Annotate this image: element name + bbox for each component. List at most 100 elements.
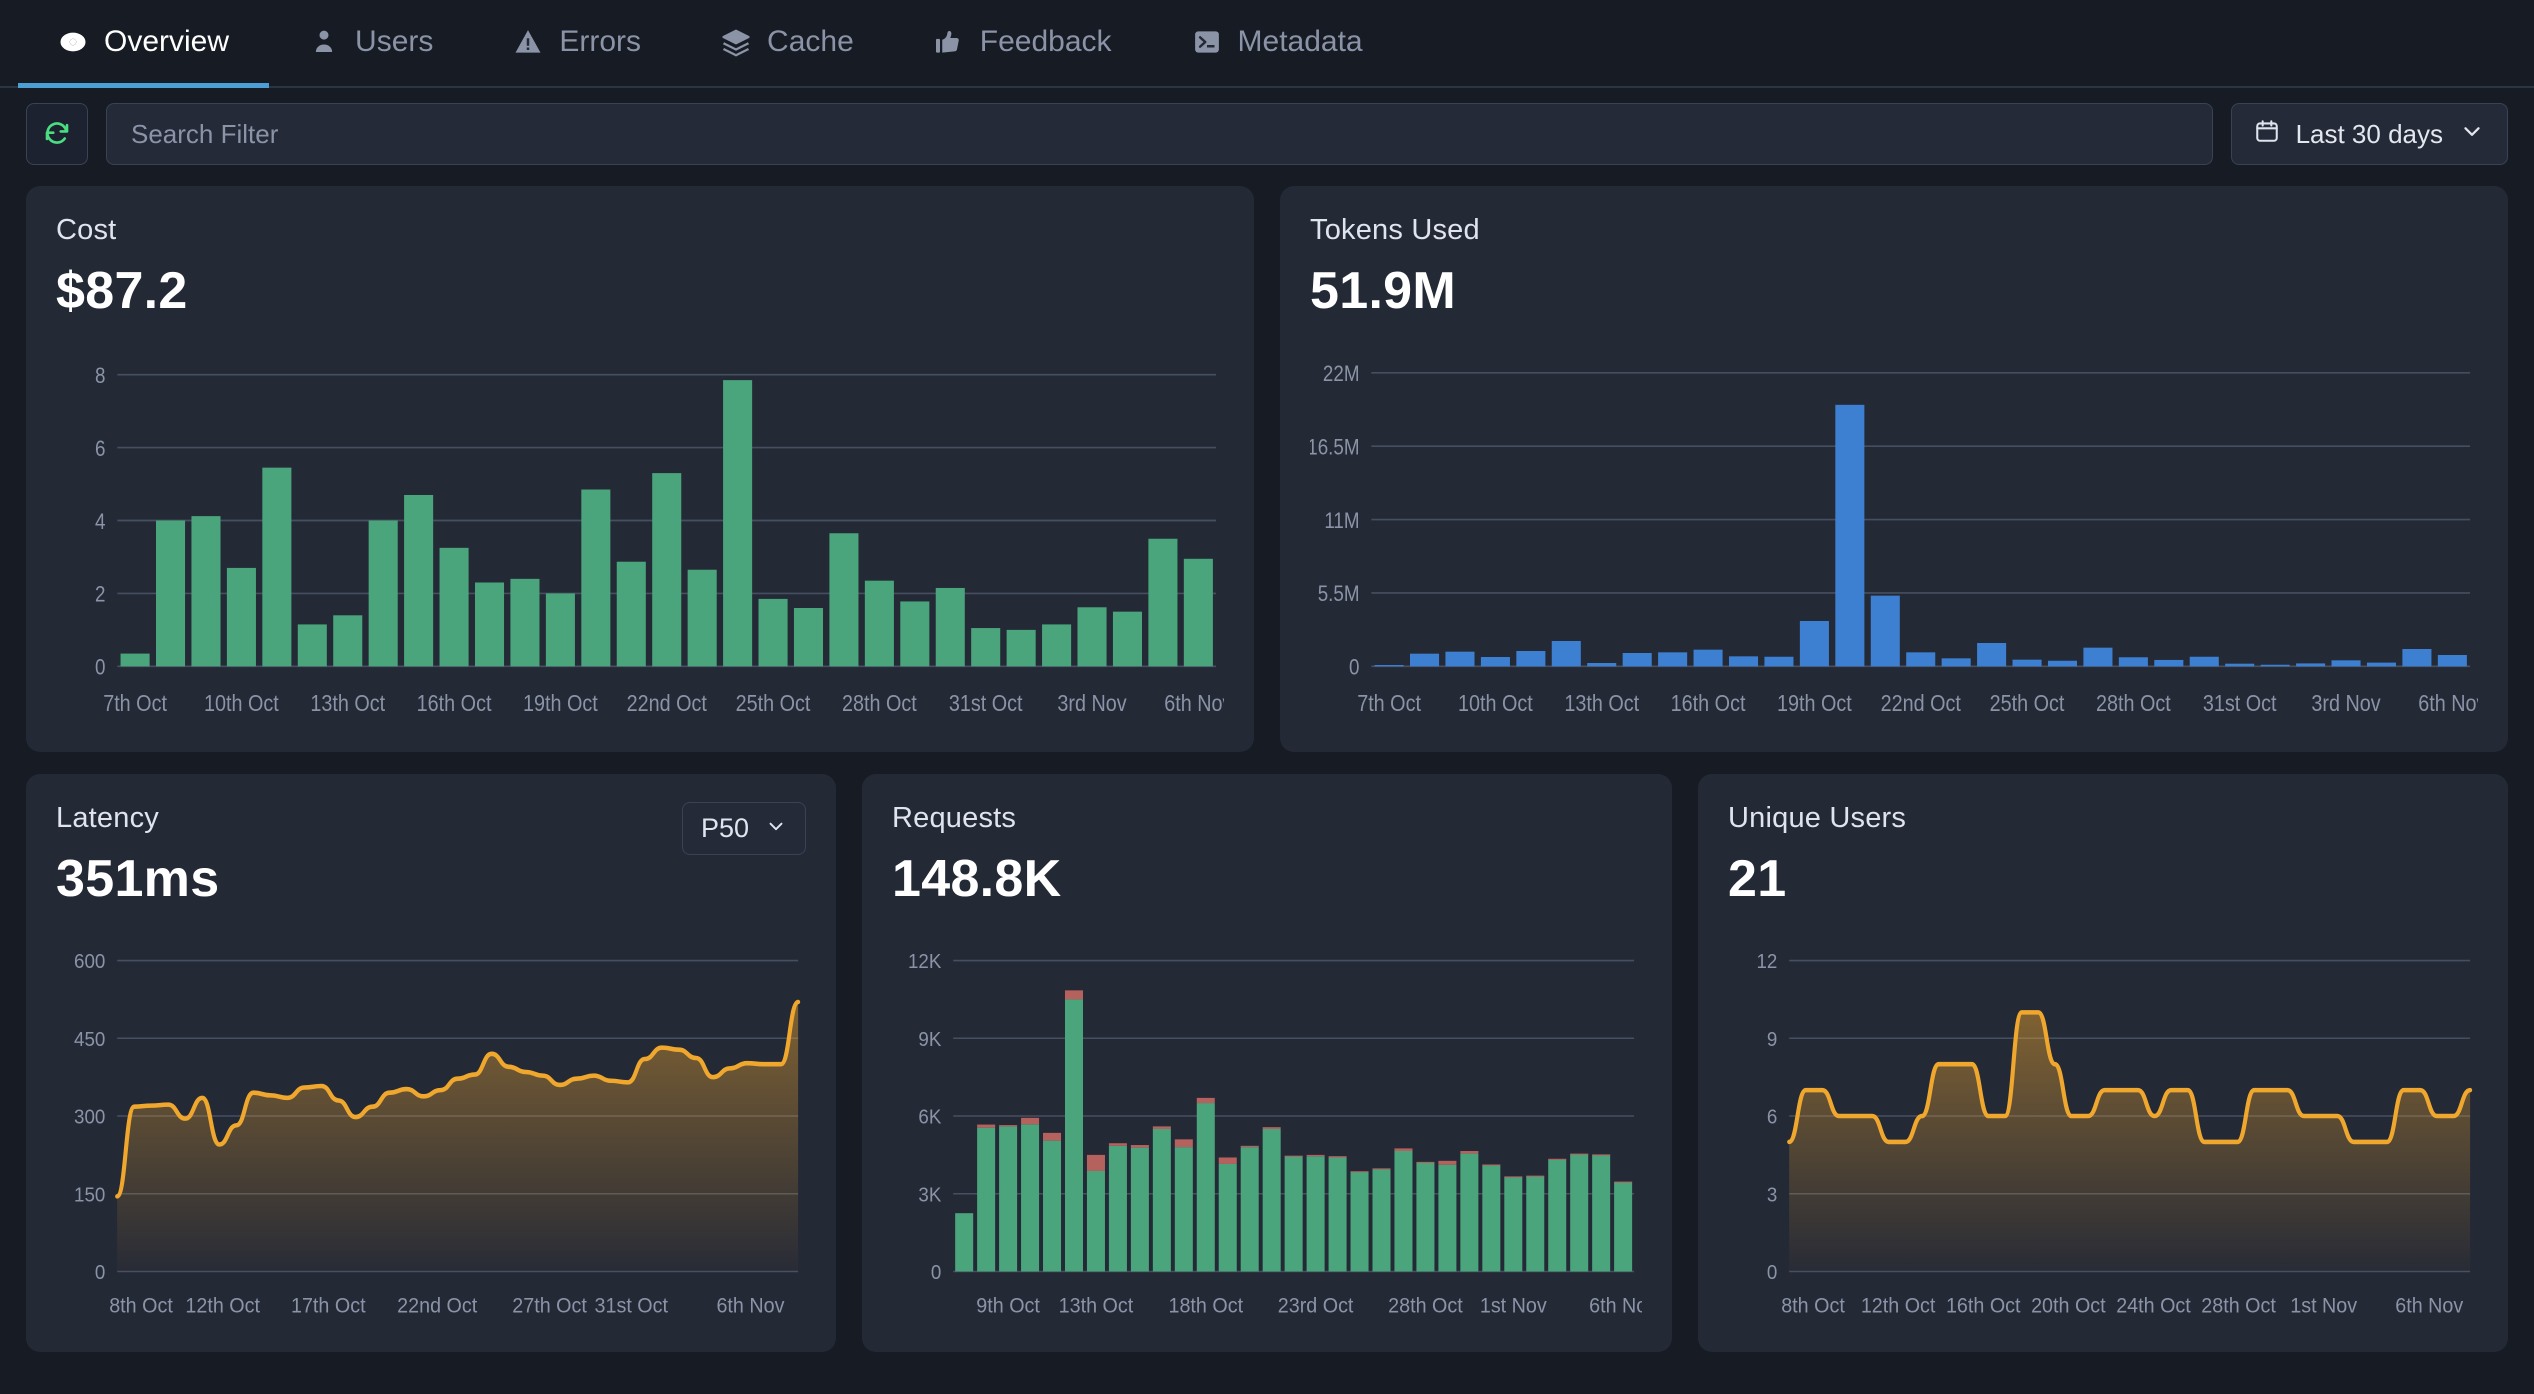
svg-text:3K: 3K bbox=[918, 1184, 941, 1207]
svg-text:28th Oct: 28th Oct bbox=[1388, 1294, 1463, 1318]
svg-text:27th Oct: 27th Oct bbox=[512, 1294, 587, 1318]
card-unique-users: Unique Users 21 0 3 6 9 12 8th Oct 12th Oct 16t… bbox=[1698, 774, 2508, 1352]
date-range-label: Last 30 days bbox=[2296, 119, 2443, 150]
requests-chart: 03K6K9K12K9th Oct13th Oct18th Oct23rd Oc… bbox=[892, 929, 1642, 1330]
card-requests: Requests 148.8K 03K6K9K12K9th Oct13th Oc… bbox=[862, 774, 1672, 1352]
svg-text:28th Oct: 28th Oct bbox=[2201, 1294, 2276, 1318]
svg-text:22nd Oct: 22nd Oct bbox=[397, 1294, 477, 1318]
svg-text:8th Oct: 8th Oct bbox=[1781, 1294, 1845, 1318]
card-title: Tokens Used bbox=[1310, 214, 1480, 247]
card-value: 148.8K bbox=[892, 849, 1061, 909]
card-header: Cost $87.2 bbox=[56, 214, 1224, 321]
svg-text:28th Oct: 28th Oct bbox=[2096, 689, 2171, 716]
svg-text:16th Oct: 16th Oct bbox=[417, 689, 492, 716]
tab-label: Cache bbox=[767, 25, 854, 59]
refresh-icon bbox=[42, 117, 72, 152]
svg-text:7th Oct: 7th Oct bbox=[103, 689, 167, 716]
svg-text:16th Oct: 16th Oct bbox=[1946, 1294, 2021, 1318]
refresh-button[interactable] bbox=[26, 103, 88, 165]
main-tabbar: Overview Users Errors C bbox=[0, 0, 2534, 88]
svg-text:24th Oct: 24th Oct bbox=[2116, 1294, 2191, 1318]
tab-label: Overview bbox=[104, 25, 229, 59]
card-value: 51.9M bbox=[1310, 261, 1480, 321]
svg-text:10th Oct: 10th Oct bbox=[1458, 689, 1533, 716]
svg-text:25th Oct: 25th Oct bbox=[1990, 689, 2065, 716]
card-latency: Latency 351ms P50 01503004506008th Oct12… bbox=[26, 774, 836, 1352]
tab-cache[interactable]: Cache bbox=[681, 0, 894, 88]
svg-text:6th Nov: 6th Nov bbox=[2395, 1294, 2464, 1318]
svg-text:25th Oct: 25th Oct bbox=[736, 689, 811, 716]
tab-overview[interactable]: Overview bbox=[18, 0, 269, 88]
svg-text:0: 0 bbox=[931, 1261, 941, 1284]
svg-text:12: 12 bbox=[1756, 950, 1777, 973]
svg-text:1st Nov: 1st Nov bbox=[2290, 1294, 2357, 1318]
card-value: 351ms bbox=[56, 849, 219, 909]
svg-text:3rd Nov: 3rd Nov bbox=[2311, 689, 2380, 716]
svg-text:8: 8 bbox=[95, 363, 105, 388]
chevron-down-icon bbox=[765, 813, 787, 844]
metrics-row-top: Cost $87.2 0 2 4 6 8 7th Oct 10th Oct 13th Oct 1… bbox=[0, 180, 2534, 752]
svg-text:6K: 6K bbox=[918, 1106, 941, 1129]
filter-toolbar: Last 30 days bbox=[0, 88, 2534, 180]
terminal-icon bbox=[1192, 27, 1222, 57]
svg-text:31st Oct: 31st Oct bbox=[949, 689, 1023, 716]
svg-text:2: 2 bbox=[95, 582, 105, 607]
svg-text:13th Oct: 13th Oct bbox=[310, 689, 385, 716]
svg-text:9: 9 bbox=[1767, 1028, 1777, 1051]
tab-metadata[interactable]: Metadata bbox=[1152, 0, 1403, 88]
svg-text:23rd Oct: 23rd Oct bbox=[1278, 1294, 1354, 1318]
svg-text:600: 600 bbox=[74, 950, 105, 973]
svg-text:0: 0 bbox=[1767, 1261, 1777, 1284]
tab-errors[interactable]: Errors bbox=[473, 0, 681, 88]
svg-text:300: 300 bbox=[74, 1106, 105, 1129]
card-title: Unique Users bbox=[1728, 802, 1906, 835]
svg-text:6th Nov: 6th Nov bbox=[716, 1294, 785, 1318]
svg-text:6th Nov: 6th Nov bbox=[2418, 689, 2478, 716]
svg-text:13th Oct: 13th Oct bbox=[1059, 1294, 1134, 1318]
card-header: Unique Users 21 bbox=[1728, 802, 2478, 909]
latency-chart: 01503004506008th Oct12th Oct17th Oct22nd… bbox=[56, 929, 806, 1330]
svg-text:0: 0 bbox=[95, 1261, 105, 1284]
card-title: Requests bbox=[892, 802, 1061, 835]
svg-text:22nd Oct: 22nd Oct bbox=[1881, 689, 1961, 716]
user-icon bbox=[309, 27, 339, 57]
tab-label: Errors bbox=[559, 25, 641, 59]
svg-text:6: 6 bbox=[95, 436, 105, 461]
eye-icon bbox=[58, 27, 88, 57]
svg-text:6th Nov: 6th Nov bbox=[1164, 689, 1224, 716]
tab-users[interactable]: Users bbox=[269, 0, 473, 88]
svg-text:9K: 9K bbox=[918, 1028, 941, 1051]
svg-text:450: 450 bbox=[74, 1028, 105, 1051]
svg-text:3: 3 bbox=[1767, 1184, 1777, 1207]
svg-text:12th Oct: 12th Oct bbox=[1861, 1294, 1936, 1318]
date-range-picker[interactable]: Last 30 days bbox=[2231, 103, 2508, 165]
svg-text:10th Oct: 10th Oct bbox=[204, 689, 279, 716]
chevron-down-icon bbox=[2459, 118, 2485, 151]
tab-feedback[interactable]: Feedback bbox=[894, 0, 1152, 88]
svg-text:150: 150 bbox=[74, 1184, 105, 1207]
svg-text:9th Oct: 9th Oct bbox=[976, 1294, 1040, 1318]
card-header: Latency 351ms P50 bbox=[56, 802, 806, 909]
warning-triangle-icon bbox=[513, 27, 543, 57]
tab-label: Metadata bbox=[1238, 25, 1363, 59]
card-title: Latency bbox=[56, 802, 219, 835]
latency-percentile-selector[interactable]: P50 bbox=[682, 802, 806, 855]
users-chart: 0369128th Oct12th Oct16th Oct20th Oct24t… bbox=[1728, 929, 2478, 1330]
svg-text:4: 4 bbox=[95, 509, 105, 534]
card-value: 21 bbox=[1728, 849, 1906, 909]
svg-text:6: 6 bbox=[1767, 1106, 1777, 1129]
svg-text:0: 0 bbox=[1349, 655, 1359, 680]
svg-text:3rd Nov: 3rd Nov bbox=[1057, 689, 1126, 716]
cost-chart: 024687th Oct10th Oct13th Oct16th Oct19th… bbox=[56, 341, 1224, 730]
card-title: Cost bbox=[56, 214, 188, 247]
search-input[interactable] bbox=[106, 103, 2213, 165]
svg-text:19th Oct: 19th Oct bbox=[1777, 689, 1852, 716]
metrics-row-bottom: Latency 351ms P50 01503004506008th Oct12… bbox=[0, 752, 2534, 1372]
card-tokens-used: Tokens Used 51.9M 05.5M11M16.5M22M7th Oc… bbox=[1280, 186, 2508, 752]
card-value: $87.2 bbox=[56, 261, 188, 321]
svg-text:0: 0 bbox=[95, 655, 105, 680]
card-header: Tokens Used 51.9M bbox=[1310, 214, 2478, 321]
svg-text:13th Oct: 13th Oct bbox=[1564, 689, 1639, 716]
tokens-chart: 05.5M11M16.5M22M7th Oct10th Oct13th Oct1… bbox=[1310, 341, 2478, 730]
selector-label: P50 bbox=[701, 813, 749, 844]
